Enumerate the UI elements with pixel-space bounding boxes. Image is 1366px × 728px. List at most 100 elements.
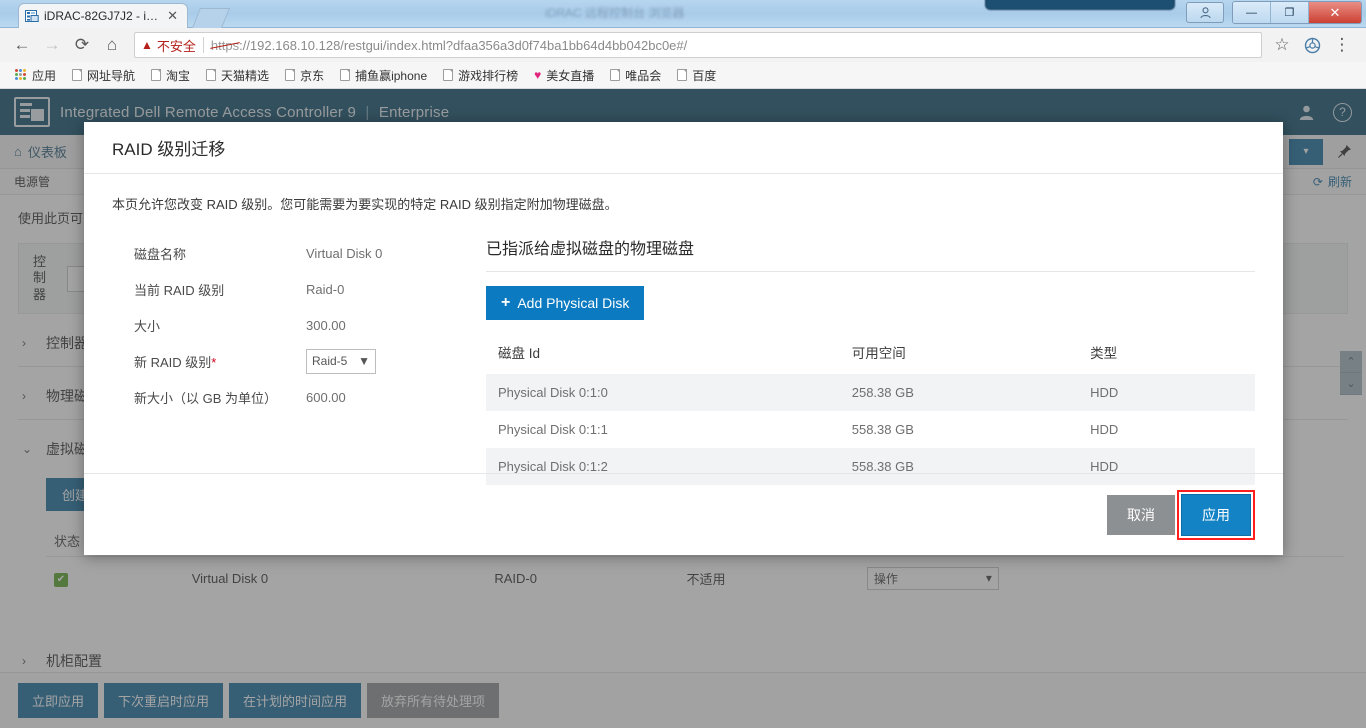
page-icon: [610, 69, 621, 81]
divider: [486, 271, 1255, 272]
disk-type: HDD: [1090, 385, 1119, 400]
bookmark-item-1[interactable]: 网址导航: [65, 64, 142, 87]
form-row-0: 磁盘名称 Virtual Disk 0: [134, 235, 484, 271]
background-window-button: [985, 0, 1175, 10]
field-label: 新 RAID 级别*: [134, 354, 217, 370]
apps-grid-icon: [15, 69, 27, 81]
new-raid-level-select[interactable]: Raid-5 ▼: [306, 348, 376, 374]
reload-icon: ⟳: [74, 35, 90, 54]
extension-button[interactable]: [1298, 31, 1326, 59]
disk-type: HDD: [1090, 422, 1119, 437]
bookmark-label: 应用: [32, 68, 57, 83]
apply-button[interactable]: 应用: [1181, 493, 1251, 536]
minimize-button[interactable]: —: [1233, 2, 1271, 23]
window-user-button[interactable]: [1186, 2, 1224, 23]
browser-toolbar: ← → ⟳ ⌂ ▲ 不安全 https://192.168.10.128/res…: [0, 28, 1366, 62]
home-button[interactable]: ⌂: [98, 31, 126, 59]
window-controls: — ❐ ✕: [1186, 1, 1362, 24]
add-physical-disk-label: Add Physical Disk: [517, 295, 630, 311]
extension-icon: [1304, 37, 1320, 53]
bookmark-label: 淘宝: [166, 68, 191, 83]
page-icon: [677, 69, 688, 81]
address-bar[interactable]: ▲ 不安全 https://192.168.10.128/restgui/ind…: [134, 32, 1262, 58]
field-value: 300.00: [306, 317, 346, 333]
browser-tab[interactable]: iDRAC-82GJ7J2 - iDRA ✕: [18, 3, 188, 28]
field-value: 600.00: [306, 389, 346, 405]
migration-form: 磁盘名称 Virtual Disk 0 当前 RAID 级别 Raid-0 大小 300.…: [112, 235, 484, 485]
user-icon: [1199, 6, 1211, 18]
add-physical-disk-button[interactable]: + Add Physical Disk: [486, 286, 645, 320]
dialog-body: 磁盘名称 Virtual Disk 0 当前 RAID 级别 Raid-0 大小 300.…: [84, 213, 1283, 485]
assigned-physical-disks-panel: 已指派给虚拟磁盘的物理磁盘 + Add Physical Disk 磁盘 Id 可…: [484, 235, 1255, 485]
page-viewport: Integrated Dell Remote Access Controller…: [0, 89, 1366, 728]
bookmark-star-button[interactable]: ☆: [1268, 31, 1296, 59]
url-scheme: https: [210, 37, 240, 53]
close-window-button[interactable]: ✕: [1309, 2, 1361, 23]
bookmark-label: 百度: [692, 68, 717, 83]
field-value: Raid-0: [306, 281, 345, 297]
background-window-title: iDRAC 远程控制台 浏览器: [545, 6, 685, 20]
table-row[interactable]: Physical Disk 0:1:1 558.38 GB HDD: [486, 411, 1255, 448]
dialog-title: RAID 级别迁移: [112, 140, 226, 159]
security-warning-badge[interactable]: ▲ 不安全: [141, 36, 196, 55]
page-icon: [340, 69, 351, 81]
close-icon: ✕: [1329, 4, 1341, 20]
bookmark-item-3[interactable]: 天猫精选: [199, 64, 276, 87]
bookmark-item-6[interactable]: 游戏排行榜: [436, 64, 525, 87]
cancel-button[interactable]: 取消: [1107, 494, 1175, 535]
disk-free-space: 558.38 GB: [851, 422, 914, 437]
page-icon: [206, 69, 217, 81]
tab-close-icon[interactable]: ✕: [164, 8, 181, 24]
bookmark-item-4[interactable]: 京东: [278, 64, 331, 87]
warning-triangle-icon: ▲: [141, 38, 153, 52]
tab-title: iDRAC-82GJ7J2 - iDRA: [44, 9, 160, 23]
dialog-header: RAID 级别迁移: [84, 122, 1283, 174]
star-icon: ☆: [1274, 35, 1290, 54]
chevron-down-icon: ▼: [358, 354, 370, 368]
bookmark-label: 天猫精选: [221, 68, 270, 83]
bookmark-item-0[interactable]: 应用: [8, 64, 63, 87]
favicon-idrac-icon: [25, 10, 39, 22]
column-header: 类型: [1090, 346, 1118, 361]
home-icon: ⌂: [106, 35, 118, 54]
bookmark-item-9[interactable]: 百度: [670, 64, 723, 87]
page-icon: [443, 69, 454, 81]
column-header: 可用空间: [851, 346, 906, 361]
form-row-1: 当前 RAID 级别 Raid-0: [134, 271, 484, 307]
field-value: Virtual Disk 0: [306, 245, 383, 261]
bookmark-label: 捕鱼赢iphone: [355, 68, 428, 83]
heart-icon: ♥: [534, 68, 542, 82]
bookmark-item-7[interactable]: ♥ 美女直播: [527, 64, 601, 87]
field-label: 磁盘名称: [134, 246, 187, 262]
omnibox-divider: [202, 37, 204, 53]
form-row-2: 大小 300.00: [134, 307, 484, 343]
bookmark-item-5[interactable]: 捕鱼赢iphone: [333, 64, 434, 87]
bookmark-item-8[interactable]: 唯品会: [603, 64, 668, 87]
table-row[interactable]: Physical Disk 0:1:0 258.38 GB HDD: [486, 374, 1255, 411]
url-text: https://192.168.10.128/restgui/index.htm…: [211, 38, 687, 53]
back-button[interactable]: ←: [8, 31, 36, 59]
bookmark-label: 京东: [300, 68, 325, 83]
bookmark-item-2[interactable]: 淘宝: [144, 64, 197, 87]
minimize-icon: —: [1246, 6, 1257, 19]
bookmark-label: 美女直播: [546, 68, 595, 83]
raid-level-migration-dialog: RAID 级别迁移 本页允许您改变 RAID 级别。您可能需要为要实现的特定 R…: [84, 122, 1283, 555]
dialog-footer: 取消 应用: [84, 473, 1283, 555]
field-label: 大小: [134, 318, 161, 334]
back-icon: ←: [13, 35, 31, 54]
column-header: 磁盘 Id: [498, 346, 541, 361]
table-header-row: 磁盘 Id 可用空间 类型: [486, 336, 1255, 374]
bookmark-label: 唯品会: [625, 68, 662, 83]
plus-icon: +: [501, 294, 511, 311]
browser-menu-button[interactable]: ⋮: [1328, 31, 1356, 59]
reload-button[interactable]: ⟳: [68, 31, 96, 59]
bookmark-label: 网址导航: [87, 68, 136, 83]
restore-button[interactable]: ❐: [1271, 2, 1309, 23]
page-icon: [151, 69, 162, 81]
page-icon: [72, 69, 83, 81]
disk-id: Physical Disk 0:1:0: [498, 385, 608, 400]
new-raid-level-value: Raid-5: [312, 354, 348, 368]
forward-button[interactable]: →: [38, 31, 66, 59]
kebab-menu-icon: ⋮: [1333, 35, 1351, 54]
required-marker: *: [211, 354, 217, 370]
